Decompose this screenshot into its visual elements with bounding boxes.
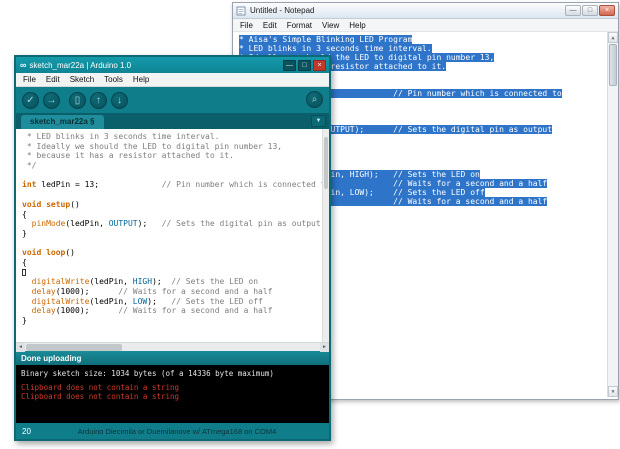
notepad-maximize-button[interactable]: □ [582, 5, 598, 16]
code-line: */ [22, 161, 37, 171]
arduino-toolbar: ✓ → ▯ ↑ ↓ ⌕ [16, 87, 329, 113]
notepad-menu-help[interactable]: Help [344, 21, 370, 30]
code-line: delay(1000); // Waits for a second and a… [31, 287, 273, 296]
code-line: digitalWrite(ledPin, HIGH); // Sets the … [31, 277, 259, 287]
arduino-window-title: sketch_mar22a | Arduino 1.0 [29, 60, 132, 70]
arduino-maximize-button[interactable]: □ [298, 59, 311, 71]
scroll-right-icon[interactable]: ► [320, 343, 329, 352]
arduino-menu-sketch[interactable]: Sketch [65, 75, 99, 84]
arduino-menu-help[interactable]: Help [128, 75, 154, 84]
scroll-left-icon[interactable]: ◄ [16, 342, 25, 352]
new-sketch-button[interactable]: ▯ [69, 91, 86, 109]
code-line: * because it has a resistor attached to … [22, 151, 234, 161]
editor-vscroll-thumb[interactable] [324, 137, 328, 189]
arduino-titlebar[interactable]: ∞ sketch_mar22a | Arduino 1.0 — □ × [16, 57, 329, 73]
notepad-text-line: * LED blinks in 3 seconds time interval. [239, 44, 432, 53]
footer-bar: 20 Arduino Diecimila or Duemilanove w/ A… [16, 423, 329, 439]
notepad-menu-format[interactable]: Format [282, 21, 317, 30]
upload-button[interactable]: → [43, 91, 60, 109]
status-message: Done uploading [21, 353, 82, 363]
scroll-down-icon[interactable]: ▼ [608, 386, 618, 397]
notepad-minimize-button[interactable]: — [565, 5, 581, 16]
console-line: Clipboard does not contain a string [21, 392, 180, 401]
code-editor[interactable]: * LED blinks in 3 seconds time interval.… [16, 129, 329, 342]
console-line: Clipboard does not contain a string [21, 383, 180, 392]
code-line: { [22, 209, 27, 219]
code-line: pinMode(ledPin, OUTPUT); // Sets the dig… [31, 219, 321, 229]
status-bar: Done uploading [16, 351, 329, 365]
arduino-close-button[interactable]: × [313, 59, 326, 71]
code-editor-text: * LED blinks in 3 seconds time interval.… [22, 132, 329, 326]
text-caret [22, 268, 26, 276]
scroll-up-icon[interactable]: ▲ [608, 32, 618, 43]
save-sketch-button[interactable]: ↓ [111, 91, 128, 109]
console-output[interactable]: Binary sketch size: 1034 bytes (of a 143… [16, 365, 329, 423]
save-sketch-icon: ↓ [117, 94, 122, 106]
verify-button[interactable]: ✓ [22, 91, 39, 109]
notepad-window-title: Untitled - Notepad [250, 6, 315, 15]
chevron-down-icon: ▼ [315, 118, 322, 124]
tab-menu-button[interactable]: ▼ [311, 115, 326, 127]
arduino-menu-tools[interactable]: Tools [99, 75, 128, 84]
editor-vertical-scrollbar[interactable] [322, 129, 329, 342]
notepad-icon [236, 6, 246, 15]
notepad-menubar: File Edit Format View Help [233, 19, 618, 32]
upload-icon: → [46, 94, 57, 106]
notepad-menu-file[interactable]: File [235, 21, 258, 30]
notepad-window-controls: — □ × [565, 5, 615, 16]
notepad-menu-view[interactable]: View [317, 21, 344, 30]
notepad-text-line: * Aisa's Simple Blinking LED Program [239, 35, 413, 44]
notepad-vertical-scrollbar[interactable]: ▲ ▼ [607, 32, 618, 397]
code-line: } [22, 316, 27, 326]
console-line: Binary sketch size: 1034 bytes (of a 143… [21, 369, 274, 378]
arduino-tab-bar: sketch_mar22a § ▼ [16, 113, 329, 129]
arduino-menu-file[interactable]: File [18, 75, 41, 84]
arduino-ide-window: ∞ sketch_mar22a | Arduino 1.0 — □ × File… [14, 55, 331, 441]
board-and-port-label: Arduino Diecimila or Duemilanove w/ ATme… [77, 426, 277, 436]
editor-horizontal-scrollbar[interactable]: ◄ ► [16, 342, 329, 352]
notepad-menu-edit[interactable]: Edit [258, 21, 282, 30]
arduino-logo-icon: ∞ [20, 60, 27, 70]
new-sketch-icon: ▯ [74, 94, 81, 106]
notepad-close-button[interactable]: × [599, 5, 615, 16]
code-line: } [22, 228, 27, 238]
code-line: digitalWrite(ledPin, LOW); // Sets the L… [31, 296, 263, 306]
arduino-window-controls: — □ × [283, 59, 326, 71]
open-sketch-button[interactable]: ↑ [90, 91, 107, 109]
code-line: delay(1000); // Waits for a second and a… [31, 306, 273, 316]
desktop: { "colors": { "teal_titlebar": "#0e8494"… [0, 0, 620, 449]
code-line: int ledPin = 13; // Pin number which is … [22, 180, 329, 190]
open-sketch-icon: ↑ [96, 94, 101, 106]
code-line: * Ideally we should the LED to digital p… [22, 141, 283, 151]
tab-sketch-mar22a[interactable]: sketch_mar22a § [21, 115, 104, 129]
code-line: void loop() [22, 248, 75, 258]
arduino-minimize-button[interactable]: — [283, 59, 296, 71]
notepad-scrollbar-thumb[interactable] [609, 44, 617, 86]
verify-icon: ✓ [26, 94, 35, 106]
serial-monitor-button[interactable]: ⌕ [306, 91, 323, 108]
code-line: void setup() [22, 199, 80, 209]
arduino-menubar: File Edit Sketch Tools Help [16, 73, 329, 87]
serial-monitor-icon: ⌕ [311, 94, 318, 105]
current-line-number: 20 [22, 426, 31, 436]
code-line: { [22, 257, 27, 267]
arduino-menu-edit[interactable]: Edit [41, 75, 65, 84]
code-line: * LED blinks in 3 seconds time interval. [22, 132, 220, 141]
code-line [22, 268, 329, 278]
editor-hscroll-thumb[interactable] [26, 344, 122, 351]
notepad-titlebar[interactable]: Untitled - Notepad — □ × [233, 3, 618, 19]
